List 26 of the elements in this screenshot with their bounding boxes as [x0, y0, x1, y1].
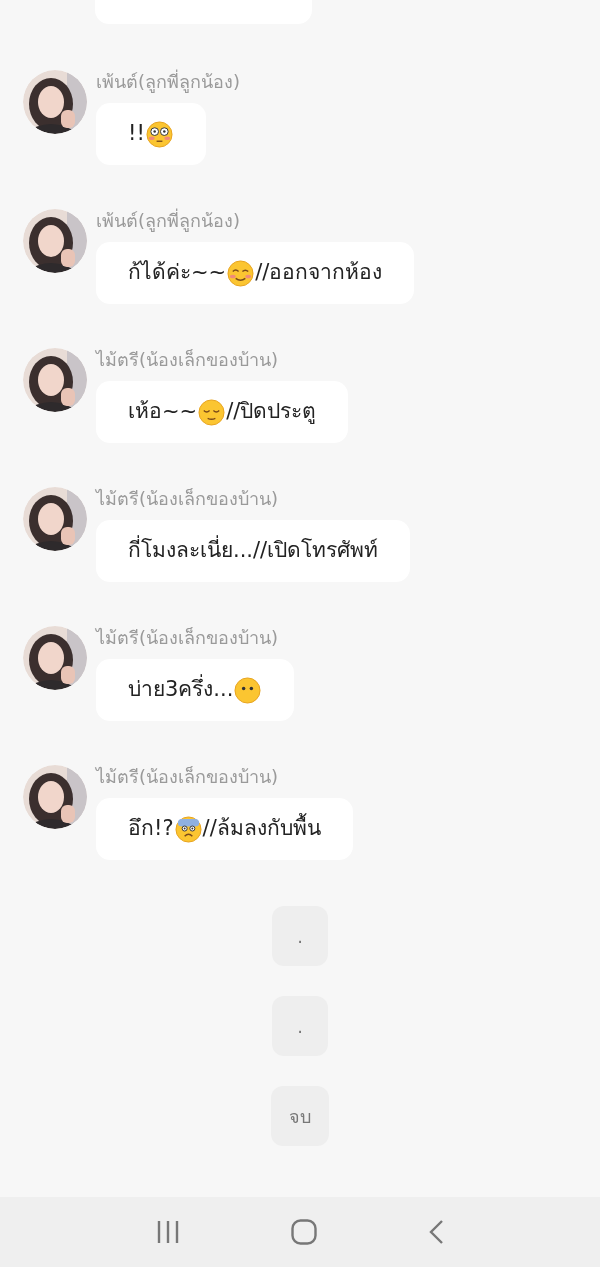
sender-name: เพ้นต์(ลูกพี่ลูกน้อง): [96, 70, 241, 94]
recent-apps-icon[interactable]: [155, 1221, 180, 1243]
back-icon[interactable]: [428, 1219, 445, 1245]
message-text: //ออกจากห้อง: [255, 259, 383, 287]
emoji-face-icon: [227, 259, 255, 287]
message-text: บ่าย3ครึ่ง...: [128, 674, 234, 706]
sender-name: ไม้ตรี(น้องเล็กของบ้าน): [96, 765, 280, 789]
emoji-face-icon: [234, 676, 262, 704]
system-note: จบ: [271, 1086, 329, 1146]
sender-name: ไม้ตรี(น้องเล็กของบ้าน): [96, 487, 280, 511]
message-text: ก้ได้ค่ะ~~: [128, 259, 227, 287]
sender-name: ไม้ตรี(น้องเล็กของบ้าน): [96, 626, 280, 650]
emoji-face-icon: [198, 398, 226, 426]
system-note: .: [272, 906, 328, 966]
system-note: .: [272, 996, 328, 1056]
message-text: เห้อ~~: [128, 398, 198, 426]
message-text: //ปิดประตู: [226, 398, 317, 426]
emoji-face-icon: [174, 815, 202, 843]
sender-name: เพ้นต์(ลูกพี่ลูกน้อง): [96, 209, 242, 233]
home-icon[interactable]: [291, 1219, 317, 1245]
sender-name: ไม้ตรี(น้องเล็กของบ้าน): [96, 348, 280, 372]
emoji-face-icon: [145, 120, 173, 148]
message-text: อึก!?: [128, 815, 174, 843]
message-text: กี่โมงละเนี่ย...//เปิดโทรศัพท์: [128, 535, 379, 567]
message-text: //ล้มลงกับพื้น: [202, 813, 321, 845]
message-text: !!: [128, 120, 145, 148]
